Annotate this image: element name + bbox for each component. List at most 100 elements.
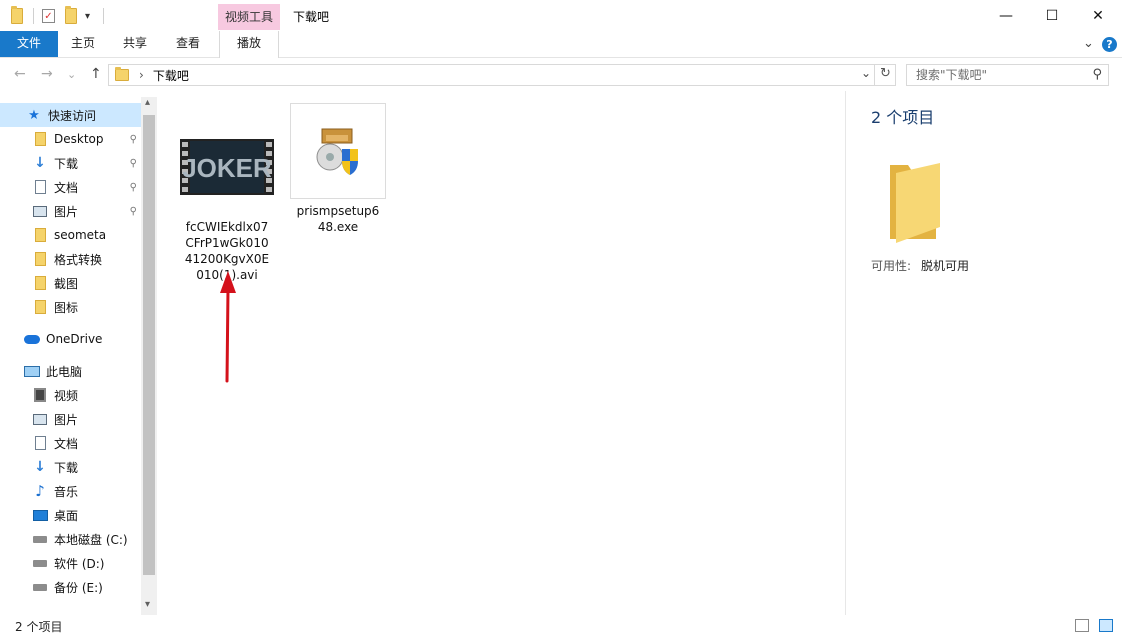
sidebar-item-format-convert[interactable]: 格式转换 [0, 247, 141, 271]
picture-icon [32, 203, 48, 219]
folder-preview-icon [890, 163, 940, 243]
folder-icon [32, 275, 48, 291]
sidebar-item-drive-e[interactable]: 备份 (E:) [0, 575, 141, 599]
tab-file[interactable]: 文件 [0, 31, 58, 57]
star-icon: ★ [28, 107, 40, 123]
tab-share[interactable]: 共享 [114, 31, 156, 57]
search-input[interactable]: 搜索"下载吧" ⚲ [906, 64, 1109, 86]
sidebar-item-desktop-pc[interactable]: 桌面 [0, 503, 141, 527]
tab-play[interactable]: 播放 [219, 31, 279, 58]
drive-icon [32, 531, 48, 547]
document-icon [32, 179, 48, 195]
breadcrumb-separator: › [139, 68, 144, 82]
sidebar-item-icons[interactable]: 图标 [0, 295, 141, 319]
sidebar-item-onedrive[interactable]: OneDrive [0, 327, 141, 351]
sidebar-item-label: 格式转换 [54, 252, 103, 267]
sidebar-item-label: Desktop [54, 132, 104, 146]
search-icon[interactable]: ⚲ [1092, 65, 1102, 85]
red-arrow-annotation [220, 271, 236, 383]
sidebar-scrollbar[interactable]: ▴ ▾ [141, 97, 157, 615]
navigation-pane: ★ 快速访问 Desktop ⚲ ↓ 下载 ⚲ 文档 ⚲ 图片 ⚲ seomet… [0, 97, 157, 615]
minimize-button[interactable]: — [983, 0, 1029, 31]
window-title: 下载吧 [293, 10, 330, 24]
breadcrumb-current[interactable]: 下载吧 [153, 67, 189, 84]
tab-home[interactable]: 主页 [62, 31, 104, 57]
computer-icon [24, 363, 40, 379]
scrollbar-thumb[interactable] [143, 115, 155, 575]
sidebar-item-downloads[interactable]: ↓ 下载 ⚲ [0, 151, 141, 175]
sidebar-item-label: 此电脑 [46, 364, 83, 379]
minimize-icon: — [999, 7, 1013, 24]
download-icon: ↓ [34, 155, 46, 171]
sidebar-item-videos[interactable]: 视频 [0, 383, 141, 407]
sidebar-item-pc-documents[interactable]: 文档 [0, 431, 141, 455]
sidebar-item-music[interactable]: ♪ 音乐 [0, 479, 141, 503]
sidebar-item-pictures[interactable]: 图片 ⚲ [0, 199, 141, 223]
sidebar-item-label: 桌面 [54, 508, 79, 523]
folder-icon [32, 227, 48, 243]
sidebar-item-label: 图标 [54, 300, 79, 315]
sidebar-item-pc-pictures[interactable]: 图片 [0, 407, 141, 431]
details-view-icon[interactable] [1075, 619, 1089, 632]
drive-icon [32, 555, 48, 571]
maximize-button[interactable]: ☐ [1029, 0, 1075, 31]
address-dropdown-button[interactable]: ⌄ [861, 66, 871, 80]
file-thumbnail [290, 103, 386, 199]
cloud-icon [24, 331, 40, 347]
installer-icon [316, 128, 358, 175]
picture-icon [32, 411, 48, 427]
address-bar[interactable]: › 下载吧 ⌄ ↻ [108, 64, 896, 86]
forward-button[interactable]: → [41, 66, 53, 82]
pin-icon: ⚲ [129, 133, 137, 145]
item-count-title: 2 个项目 [871, 108, 935, 127]
sidebar-item-label: 图片 [54, 204, 79, 219]
new-folder-icon [65, 6, 77, 24]
sidebar-item-pc-downloads[interactable]: ↓ 下载 [0, 455, 141, 479]
availability-value: 脱机可用 [921, 259, 970, 273]
quick-access-toolbar [11, 6, 23, 26]
sidebar-item-drive-c[interactable]: 本地磁盘 (C:) [0, 527, 141, 551]
new-folder-button[interactable] [65, 6, 77, 26]
sidebar-item-label: 软件 (D:) [54, 556, 105, 571]
pin-icon: ⚲ [129, 157, 137, 169]
sidebar-item-seometa[interactable]: seometa [0, 223, 141, 247]
sidebar-item-label: 视频 [54, 388, 79, 403]
sidebar-item-label: 下载 [54, 460, 79, 475]
sidebar-item-label: seometa [54, 228, 107, 242]
back-button[interactable]: ← [14, 66, 26, 82]
file-thumbnail: JOKER [179, 119, 275, 215]
collapse-ribbon-button[interactable]: ⌄ [1083, 36, 1094, 51]
up-button[interactable]: ↑ [90, 66, 102, 82]
scroll-up-icon[interactable]: ▴ [145, 97, 150, 108]
sidebar-item-drive-d[interactable]: 软件 (D:) [0, 551, 141, 575]
folder-icon [115, 67, 129, 81]
tab-view[interactable]: 查看 [167, 31, 209, 57]
properties-button[interactable]: ✓ [42, 6, 55, 26]
file-item-exe[interactable]: prismpsetup648.exe [290, 103, 386, 235]
large-icons-view-icon[interactable] [1099, 619, 1113, 632]
folder-icon [32, 251, 48, 267]
recent-locations-button[interactable]: ⌄ [67, 68, 76, 81]
close-button[interactable]: ✕ [1075, 0, 1121, 31]
video-film-icon: JOKER [180, 139, 274, 195]
drive-icon [32, 579, 48, 595]
sidebar-item-this-pc[interactable]: 此电脑 [0, 359, 141, 383]
sidebar-item-desktop[interactable]: Desktop ⚲ [0, 127, 141, 151]
status-bar: 2 个项目 [0, 615, 1122, 637]
sidebar-item-quick-access[interactable]: ★ 快速访问 [0, 103, 141, 127]
file-item-avi[interactable]: JOKER fcCWIEkdlx07CFrP1wGk01041200KgvX0E… [179, 119, 275, 283]
sidebar-item-screenshots[interactable]: 截图 [0, 271, 141, 295]
customize-toolbar-button[interactable]: ▾ [85, 6, 90, 26]
sidebar-item-label: 音乐 [54, 484, 79, 499]
toolbar-divider [33, 8, 34, 24]
sidebar-item-documents[interactable]: 文档 ⚲ [0, 175, 141, 199]
scroll-down-icon[interactable]: ▾ [145, 599, 150, 610]
refresh-button[interactable]: ↻ [874, 64, 896, 86]
details-pane: 2 个项目 可用性: 脱机可用 [845, 91, 1122, 615]
dropdown-arrow-icon: ▾ [85, 10, 91, 22]
file-name: prismpsetup648.exe [296, 204, 380, 234]
video-tools-context-tab: 视频工具 [218, 4, 280, 30]
help-button[interactable]: ? [1102, 37, 1117, 52]
sidebar-item-label: 备份 (E:) [54, 580, 103, 595]
sidebar-item-label: 文档 [54, 180, 79, 195]
